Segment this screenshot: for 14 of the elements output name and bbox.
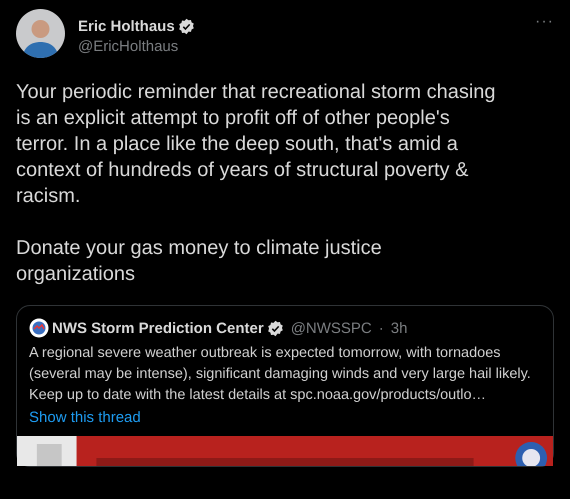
tweet-text: Donate your gas money to climate justice organizations [16, 236, 383, 287]
author-handle[interactable]: @EricHolthaus [78, 38, 522, 55]
timestamp: 3h [390, 320, 408, 336]
quoted-tweet-text: A regional severe weather outbreak is expected tomorrow, with tornadoes (several may be intense), significant damaging winds and very large hail likely. Keep up to date with the latest details at spc.noaa.gov/products/outlo… [29, 344, 532, 405]
show-thread-link[interactable]: Show this thread [29, 409, 141, 426]
weather-service-logo-icon [29, 318, 49, 338]
tweet-text: Your periodic reminder that recreational storm chasing is an explicit attempt to profit off of other people's terror. In a place like the deep south, that's amid a context of hundreds of years of structural poverty & racism. [16, 80, 496, 209]
avatar-icon[interactable] [16, 9, 65, 58]
quoted-author-handle[interactable]: @NWSSPC [290, 320, 372, 336]
separator: · [378, 320, 384, 336]
quoted-tweet-card[interactable] [16, 305, 554, 467]
more-options-button[interactable]: ··· [535, 9, 554, 31]
quoted-author-name[interactable]: NWS Storm Prediction Center [52, 320, 264, 336]
author-name[interactable]: Eric Holthaus [78, 18, 175, 35]
